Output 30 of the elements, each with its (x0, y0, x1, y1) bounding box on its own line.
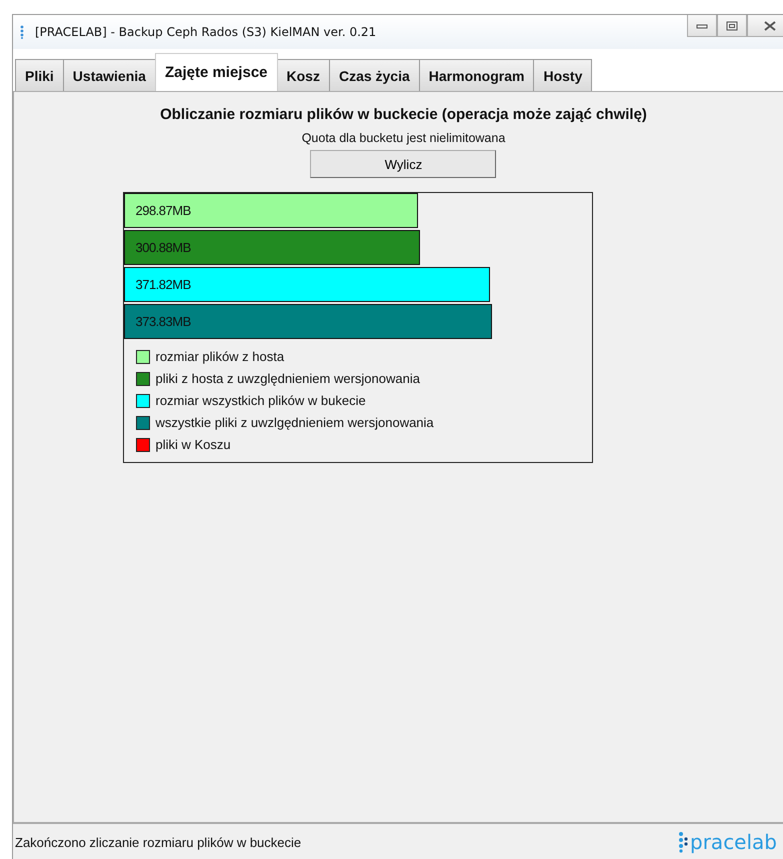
value-label: 300.88MB (134, 240, 191, 255)
tab[interactable]: Czas życia (328, 59, 420, 91)
dots-icon (678, 831, 688, 853)
tab[interactable]: Zajęte miejsce (154, 53, 278, 91)
minimize-icon (696, 22, 708, 30)
close-button[interactable] (747, 15, 783, 37)
tab[interactable]: Hosty (533, 59, 592, 91)
legend-label: wszystkie pliki z uwzlgędnieniem wersjonowania (155, 415, 434, 430)
tab[interactable]: Harmonogram (418, 59, 534, 91)
legend-label: rozmiar plików z hosta (155, 349, 284, 364)
legend-label: rozmiar wszystkich plików w bukecie (155, 393, 366, 408)
value-label: 371.82MB (134, 277, 191, 292)
tab[interactable]: Ustawienia (62, 59, 156, 91)
heading: Obliczanie rozmiaru plików w buckecie (operacja może zająć chwilę) (160, 106, 647, 123)
window-title: [PRACELAB] - Backup Ceph Rados (S3) KielMAN ver. 0.21 (35, 25, 376, 39)
value-label: 373.83MB (134, 314, 191, 329)
legend-label: pliki z hosta z uwzględnieniem wersjonowania (155, 371, 420, 386)
legend-label: pliki w Koszu (155, 437, 231, 452)
quota-note: Quota dla bucketu jest nielimitowana (302, 131, 506, 145)
minimize-button[interactable] (687, 15, 717, 37)
logo-text: pracelab (690, 830, 777, 854)
maximize-button[interactable] (717, 15, 747, 37)
tab[interactable]: Pliki (15, 59, 64, 91)
status-message: Zakończono zliczanie rozmiaru plików w buckecie (15, 834, 302, 850)
dots-icon (19, 25, 25, 39)
tab[interactable]: Kosz (276, 59, 330, 91)
calculate-button[interactable]: Wylicz (310, 150, 496, 178)
maximize-icon (726, 20, 738, 30)
value-label: 298.87MB (134, 203, 191, 218)
close-icon (763, 20, 777, 30)
